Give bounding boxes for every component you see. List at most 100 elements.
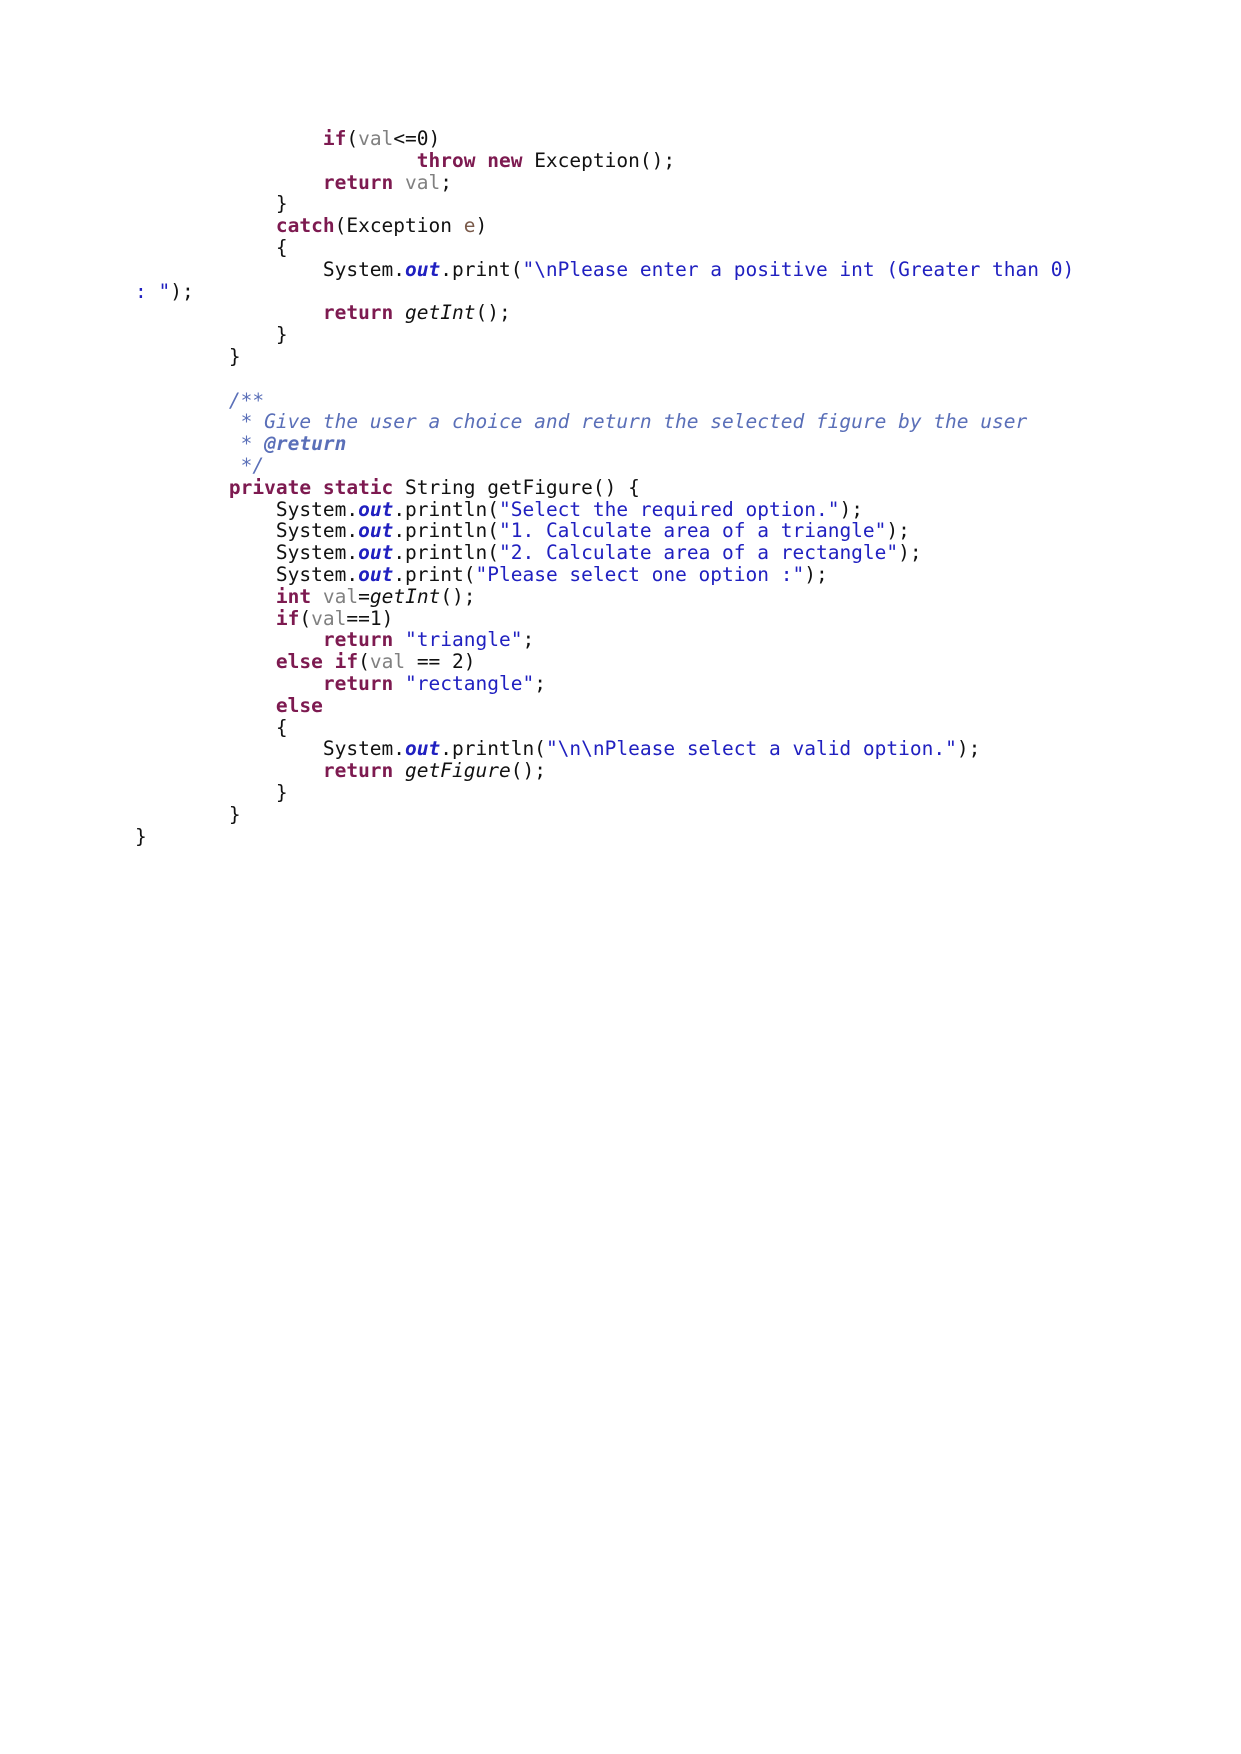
- code-token-plain: );: [956, 737, 981, 761]
- code-token-id: val: [358, 127, 394, 150]
- code-token-plain: == 2): [405, 650, 476, 674]
- code-token-kw: return: [322, 301, 394, 325]
- code-line: {: [135, 237, 1095, 259]
- code-line: }: [135, 782, 1095, 804]
- code-line: if(val<=0): [135, 128, 1095, 150]
- code-token-plain: ): [475, 214, 488, 238]
- code-token-plain: .println(: [393, 541, 499, 565]
- code-token-out: out: [358, 541, 394, 565]
- code-line: * Give the user a choice and return the …: [135, 411, 1095, 433]
- code-line: System.out.println("Select the required …: [135, 497, 1095, 521]
- code-token-plain: .print(: [440, 257, 523, 281]
- code-token-plain: =: [358, 584, 370, 608]
- code-token-kw: static: [322, 475, 394, 499]
- code-token-param: e: [463, 214, 476, 238]
- code-token-plain: }: [275, 780, 288, 804]
- code-token-str: "1. Calculate area of a triangle": [498, 519, 887, 543]
- code-token-kw: return: [322, 671, 394, 695]
- code-line: /**: [135, 388, 1095, 412]
- code-line: */: [135, 455, 1095, 477]
- code-line: return getInt();: [135, 302, 1095, 324]
- code-line: System.out.print("Please select one opti…: [135, 564, 1095, 586]
- code-token-kw: if: [275, 606, 300, 630]
- code-token-plain: String getFigure() {: [393, 475, 640, 499]
- code-token-plain: }: [228, 802, 241, 826]
- code-token-plain: (: [299, 606, 312, 630]
- code-token-kw: int: [275, 584, 312, 608]
- code-token-plain: }: [228, 344, 241, 368]
- code-token-id: val: [322, 584, 359, 608]
- code-token-plain: );: [804, 562, 828, 586]
- code-line: }: [135, 193, 1095, 215]
- code-token-plain: .println(: [440, 737, 546, 761]
- code-token-out: out: [358, 519, 394, 543]
- code-token-plain: ;: [534, 671, 546, 695]
- code-token-plain: );: [839, 497, 863, 521]
- code-token-plain: );: [898, 541, 922, 565]
- code-token-mth: getInt: [369, 584, 441, 608]
- code-line: return val;: [135, 170, 1095, 194]
- code-line: }: [135, 824, 1095, 848]
- code-line: return "rectangle";: [135, 673, 1095, 695]
- code-token-cmt: *: [228, 432, 265, 456]
- code-line: private static String getFigure() {: [135, 475, 1095, 499]
- code-token-kw: new: [487, 148, 523, 172]
- code-line: return getFigure();: [135, 760, 1095, 782]
- code-token-plain: <=0): [393, 127, 441, 150]
- code-token-cmt: /**: [228, 388, 265, 412]
- code-token-plain: .println(: [393, 497, 499, 521]
- code-token-str: "2. Calculate area of a rectangle": [498, 541, 899, 565]
- code-token-plain: ==1): [346, 606, 394, 630]
- code-token-plain: .print(: [393, 562, 476, 586]
- code-token-out: out: [405, 737, 441, 761]
- code-token-out: out: [358, 562, 394, 586]
- code-token-kw: else: [275, 693, 323, 717]
- code-token-cmt: */: [228, 453, 265, 477]
- code-token-str: "Select the required option.": [498, 497, 840, 521]
- code-token-kw: return: [322, 170, 394, 194]
- code-token-str: "triangle": [405, 628, 523, 652]
- code-line: {: [135, 716, 1095, 739]
- code-token-plain: System.: [275, 541, 359, 565]
- code-token-plain: }: [135, 824, 147, 848]
- code-line: throw new Exception();: [135, 148, 1095, 172]
- code-line: System.out.print("\nPlease enter a posit…: [135, 257, 1095, 303]
- code-token-plain: {: [275, 235, 288, 259]
- code-token-plain: Exception();: [522, 148, 676, 172]
- code-line: int val=getInt();: [135, 584, 1095, 608]
- code-token-kw: if: [334, 650, 359, 674]
- code-line: if(val==1): [135, 606, 1095, 630]
- code-token-id: val: [405, 170, 441, 194]
- code-token-str: "\nPlease enter a positive int (Greater …: [135, 257, 1086, 303]
- code-token-plain: }: [275, 192, 288, 216]
- code-line: System.out.println("1. Calculate area of…: [135, 520, 1095, 542]
- code-line: }: [135, 346, 1095, 368]
- code-line: System.out.println("\n\nPlease select a …: [135, 738, 1095, 760]
- code-token-plain: System.: [322, 737, 406, 761]
- code-token-plain: ();: [440, 584, 476, 608]
- code-token-plain: .println(: [393, 519, 499, 543]
- code-line: return "triangle";: [135, 629, 1095, 651]
- code-token-plain: (: [346, 127, 359, 150]
- code-token-id: val: [311, 606, 347, 630]
- code-token-plain: System.: [275, 497, 359, 521]
- code-token-plain: );: [886, 519, 910, 543]
- code-line: * @return: [135, 433, 1095, 455]
- code-token-kw: return: [322, 759, 394, 783]
- code-token-id: val: [369, 650, 406, 674]
- code-token-out: out: [405, 257, 441, 281]
- code-token-mth: getInt: [405, 301, 476, 325]
- code-line: }: [135, 802, 1095, 826]
- code-token-plain: ;: [522, 628, 535, 652]
- code-line: }: [135, 324, 1095, 346]
- code-token-plain: }: [275, 323, 288, 347]
